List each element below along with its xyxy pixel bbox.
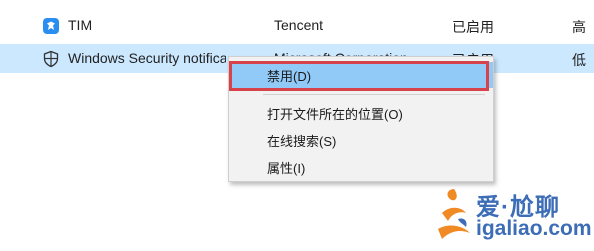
menu-separator xyxy=(263,94,485,95)
watermark: 爱·尬聊 igaliao.com xyxy=(432,181,592,247)
highlight-box xyxy=(229,61,489,91)
menu-item-properties-label: 属性(I) xyxy=(267,161,306,176)
startup-impact: 高 xyxy=(572,19,586,35)
menu-item-properties[interactable]: 属性(I) xyxy=(229,154,493,178)
menu-item-search-online-label: 在线搜索(S) xyxy=(267,134,337,149)
menu-item-open-file-location[interactable]: 打开文件所在的位置(O) xyxy=(229,100,493,124)
app-name: TIM xyxy=(68,17,93,33)
startup-row-tim[interactable]: TIM Tencent 已启用 高 xyxy=(0,11,594,40)
startup-impact: 低 xyxy=(572,52,586,68)
tim-icon xyxy=(43,18,59,34)
publisher: Tencent xyxy=(274,17,324,33)
app-name: Windows Security notification icon xyxy=(68,50,226,66)
context-menu: 禁用(D) 打开文件所在的位置(O) 在线搜索(S) 属性(I) xyxy=(228,56,494,182)
status: 已启用 xyxy=(452,19,494,35)
menu-item-open-file-location-label: 打开文件所在的位置(O) xyxy=(267,107,403,122)
watermark-url: igaliao.com xyxy=(476,217,592,240)
shield-icon xyxy=(43,50,59,68)
menu-item-search-online[interactable]: 在线搜索(S) xyxy=(229,127,493,151)
watermark-logo-icon xyxy=(438,189,470,239)
